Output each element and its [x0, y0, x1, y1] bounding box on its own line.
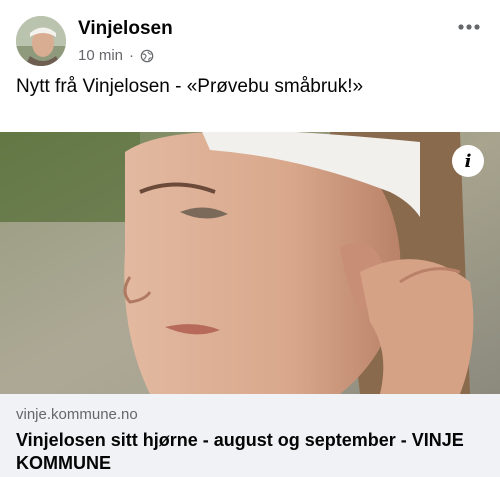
link-preview-image[interactable]: i — [0, 132, 500, 394]
meta-separator: · — [129, 47, 135, 64]
woman-portrait-photo — [0, 132, 500, 394]
author-avatar[interactable] — [16, 16, 66, 66]
author-name[interactable]: Vinjelosen — [78, 18, 173, 40]
link-card[interactable]: vinje.kommune.no Vinjelosen sitt hjørne … — [0, 394, 500, 477]
info-button[interactable]: i — [452, 145, 484, 177]
link-domain: vinje.kommune.no — [16, 406, 138, 423]
link-title[interactable]: Vinjelosen sitt hjørne - august og septe… — [16, 429, 486, 475]
post-time[interactable]: 10 min — [78, 47, 123, 64]
globe-icon — [140, 49, 154, 62]
avatar-photo — [16, 16, 66, 66]
post-meta: 10 min · — [78, 47, 154, 64]
post-text: Nytt frå Vinjelosen - «Prøvebu småbruk!» — [16, 76, 364, 97]
more-options-icon — [458, 24, 480, 30]
post-header: Vinjelosen 10 min · — [0, 0, 500, 70]
more-options-button[interactable] — [454, 12, 484, 42]
